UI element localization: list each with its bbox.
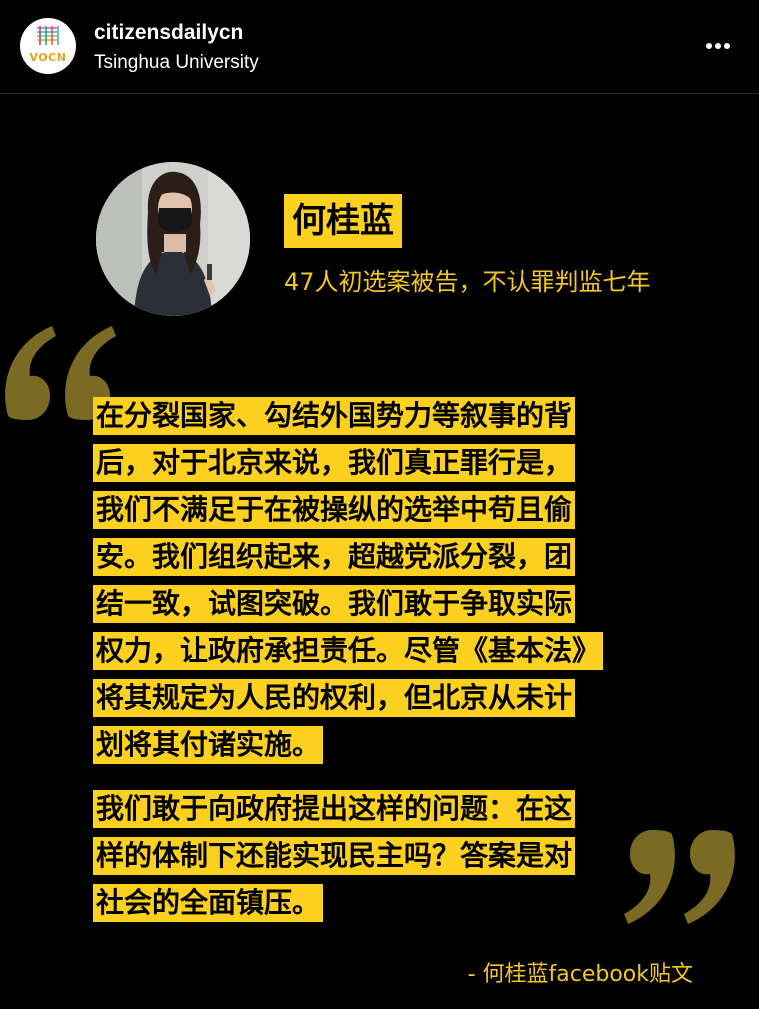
quote-line: 后，对于北京来说，我们真正罪行是，	[93, 444, 576, 482]
quote-paragraph-2: 我们敢于向政府提出这样的问题：在这 样的体制下还能实现民主吗？答案是对 社会的全…	[93, 790, 576, 931]
quote-line: 样的体制下还能实现民主吗？答案是对	[93, 837, 576, 875]
quote-line: 将其规定为人民的权利，但北京从未计	[93, 679, 576, 717]
quote-line: 在分裂国家、勾结外国势力等叙事的背	[93, 397, 576, 435]
post-header: VOCN citizensdailycn Tsinghua University	[0, 0, 759, 94]
more-options-button[interactable]	[694, 30, 738, 62]
quote-line: 权力，让政府承担责任。尽管《基本法》	[93, 632, 604, 670]
quote-line: 社会的全面镇压。	[93, 884, 324, 922]
account-username[interactable]: citizensdailycn	[94, 21, 243, 45]
portrait-photo	[96, 162, 250, 316]
close-quote-icon	[620, 824, 750, 938]
post-image: 何桂蓝 47人初选案被告，不认罪判监七年 在分裂国家、勾结外国势力等叙事的背 后…	[0, 94, 759, 1009]
person-subtitle: 47人初选案被告，不认罪判监七年	[284, 268, 651, 296]
logo-mark	[37, 26, 59, 45]
person-name: 何桂蓝	[284, 194, 402, 248]
quote-line: 结一致，试图突破。我们敢于争取实际	[93, 585, 576, 623]
quote-line: 划将其付诸实施。	[93, 726, 324, 764]
post-location[interactable]: Tsinghua University	[94, 52, 259, 74]
quote-source: - 何桂蓝facebook贴文	[467, 962, 693, 987]
avatar-logo-text: VOCN	[29, 51, 67, 64]
quote-line: 我们敢于向政府提出这样的问题：在这	[93, 790, 576, 828]
account-avatar[interactable]: VOCN	[20, 18, 76, 74]
quote-line: 我们不满足于在被操纵的选举中苟且偷	[93, 491, 576, 529]
more-options-icon	[706, 43, 730, 49]
quote-paragraph-1: 在分裂国家、勾结外国势力等叙事的背 后，对于北京来说，我们真正罪行是， 我们不满…	[93, 397, 604, 773]
quote-line: 安。我们组织起来，超越党派分裂，团	[93, 538, 576, 576]
